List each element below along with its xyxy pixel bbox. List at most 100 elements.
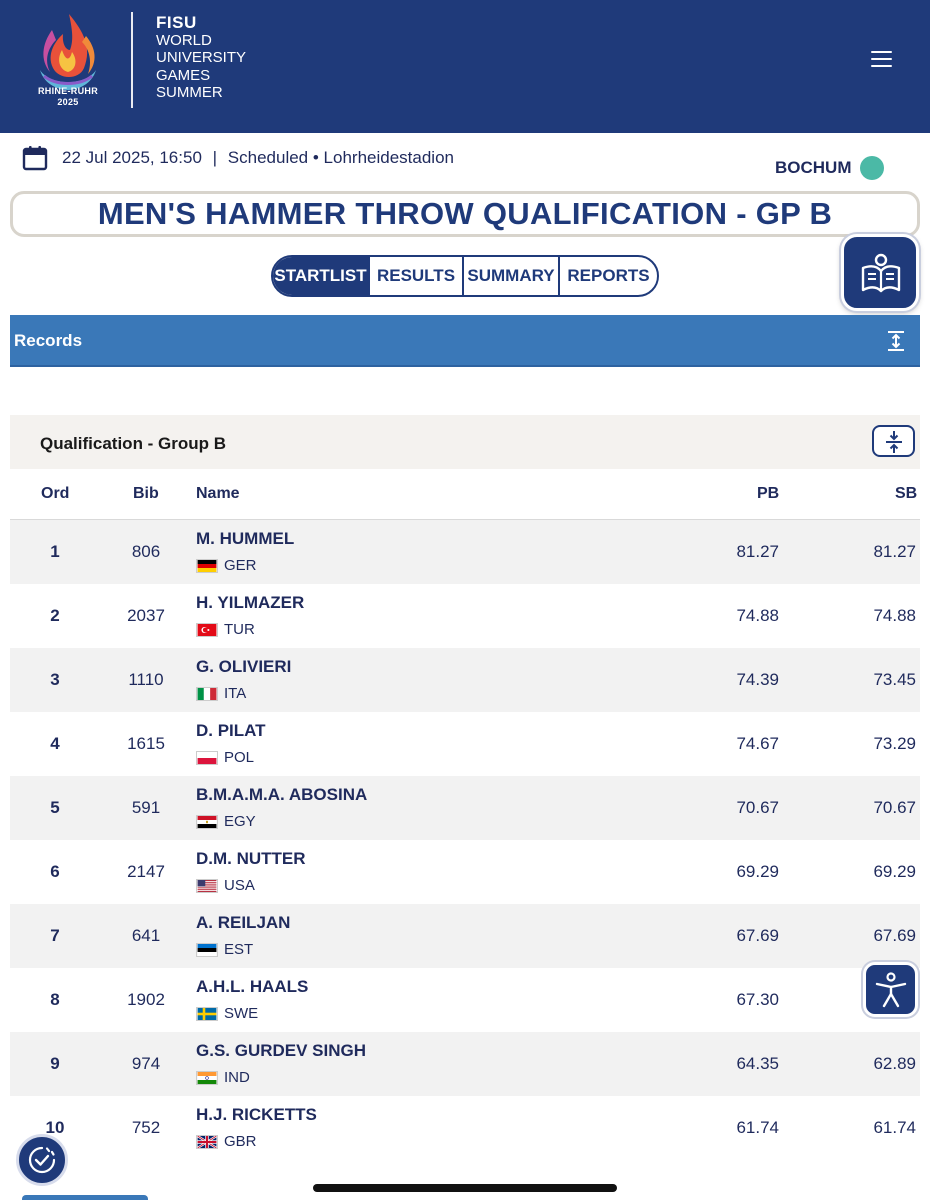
records-label: Records: [14, 331, 83, 350]
row-ord: 7: [50, 926, 60, 945]
egypt-flag-icon: [196, 815, 218, 829]
athlete-name[interactable]: G.S. GURDEV SINGH: [196, 1041, 366, 1061]
tab-results[interactable]: RESULTS: [370, 257, 464, 295]
calendar-icon: [22, 146, 48, 171]
estonia-flag-icon: [196, 943, 218, 957]
brand-line-fisu: FISU: [156, 13, 197, 32]
row-bib: 806: [131, 542, 161, 561]
table-row[interactable]: 8 1902 A.H.L. HAALS SWE 67.30: [10, 968, 920, 1032]
athlete-noc: TUR: [224, 621, 255, 638]
table-row[interactable]: 7 641 A. REILJAN EST 67.69 67.69: [10, 904, 920, 968]
expand-icon[interactable]: [884, 329, 908, 353]
row-bib: 591: [131, 798, 161, 817]
row-sb: 67.69: [873, 926, 916, 945]
row-sb: 61.74: [873, 1118, 916, 1137]
athlete-noc: EGY: [224, 813, 256, 830]
event-venue: • Lohrheidestadion: [312, 148, 454, 167]
row-pb: 67.30: [736, 990, 779, 1009]
logo-caption-line2: 2025: [57, 97, 79, 107]
column-header-name[interactable]: Name: [196, 485, 240, 503]
home-indicator[interactable]: [313, 1184, 617, 1192]
row-sb: 62.89: [873, 1054, 916, 1073]
logo-caption: RHINE-RUHR 2025: [22, 86, 114, 108]
accessibility-button[interactable]: [863, 962, 918, 1017]
row-sb: 74.88: [873, 606, 916, 625]
row-pb: 67.69: [736, 926, 779, 945]
row-sb: 81.27: [873, 542, 916, 561]
athlete-name[interactable]: H.J. RICKETTS: [196, 1105, 317, 1125]
view-tabs: STARTLIST RESULTS SUMMARY REPORTS: [271, 255, 659, 297]
column-header-bib[interactable]: Bib: [133, 485, 159, 503]
athlete-noc: IND: [224, 1069, 250, 1086]
logo-divider: [131, 12, 133, 108]
table-row[interactable]: 2 2037 H. YILMAZER TUR 74.88 74.88: [10, 584, 920, 648]
event-title-box: MEN'S HAMMER THROW QUALIFICATION - GP B: [10, 191, 920, 237]
row-ord: 1: [50, 542, 60, 561]
event-meta: 22 Jul 2025, 16:50 | Scheduled • Lohrhei…: [62, 148, 454, 168]
row-ord: 6: [50, 862, 60, 881]
brand-line-games: GAMES: [156, 66, 211, 84]
athlete-noc: POL: [224, 749, 255, 766]
athlete-noc: SWE: [224, 1005, 259, 1022]
tab-reports[interactable]: REPORTS: [560, 257, 657, 295]
table-row[interactable]: 3 1110 G. OLIVIERI ITA 74.39 73.45: [10, 648, 920, 712]
athlete-noc: GER: [224, 557, 257, 574]
athlete-name[interactable]: M. HUMMEL: [196, 529, 294, 549]
tab-startlist[interactable]: STARTLIST: [273, 257, 370, 295]
row-bib: 1615: [127, 734, 165, 753]
great-britain-flag-icon: [196, 1135, 218, 1149]
venue-city: BOCHUM: [775, 158, 852, 177]
table-row[interactable]: 1 806 M. HUMMEL GER 81.27 81.27: [10, 520, 920, 584]
row-bib: 974: [131, 1054, 161, 1073]
row-bib: 641: [131, 926, 161, 945]
athlete-name[interactable]: D.M. NUTTER: [196, 849, 306, 869]
open-book-icon: [861, 253, 901, 293]
germany-flag-icon: [196, 559, 218, 573]
row-bib: 2147: [127, 862, 165, 881]
athlete-name[interactable]: A. REILJAN: [196, 913, 290, 933]
row-pb: 81.27: [736, 542, 779, 561]
row-pb: 74.67: [736, 734, 779, 753]
usa-flag-icon: [196, 879, 218, 893]
table-row[interactable]: 4 1615 D. PILAT POL 74.67 73.29: [10, 712, 920, 776]
reader-mode-button[interactable]: [841, 234, 919, 311]
row-pb: 74.88: [736, 606, 779, 625]
row-ord: 2: [50, 606, 60, 625]
group-title: Qualification - Group B: [40, 434, 227, 453]
column-header-sb[interactable]: SB: [895, 485, 917, 503]
fisu-brand-text: FISU WORLD UNIVERSITY GAMES SUMMER: [156, 14, 246, 102]
column-header-ord[interactable]: Ord: [41, 485, 69, 503]
athlete-name[interactable]: D. PILAT: [196, 721, 266, 741]
column-header-pb[interactable]: PB: [757, 485, 779, 503]
table-row[interactable]: 5 591 B.M.A.M.A. ABOSINA EGY 70.67 70.67: [10, 776, 920, 840]
poland-flag-icon: [196, 751, 218, 765]
site-header: RHINE-RUHR 2025 FISU WORLD UNIVERSITY GA…: [0, 0, 930, 133]
athlete-noc: EST: [224, 941, 254, 958]
row-bib: 752: [131, 1118, 161, 1137]
row-ord: 9: [50, 1054, 60, 1073]
turkey-flag-icon: [196, 623, 218, 637]
athlete-name[interactable]: G. OLIVIERI: [196, 657, 291, 677]
hamburger-menu-icon[interactable]: [866, 46, 896, 74]
india-flag-icon: [196, 1071, 218, 1085]
records-section-toggle[interactable]: Records: [10, 315, 920, 367]
tab-summary[interactable]: SUMMARY: [464, 257, 560, 295]
row-sb: 73.45: [873, 670, 916, 689]
table-row[interactable]: 9 974 G.S. GURDEV SINGH IND 64.35 62.89: [10, 1032, 920, 1096]
row-pb: 74.39: [736, 670, 779, 689]
event-date-time: 22 Jul 2025, 16:50: [62, 148, 202, 167]
row-ord: 8: [50, 990, 60, 1009]
bottom-section-edge: [22, 1195, 148, 1200]
table-row[interactable]: 10 752 H.J. RICKETTS GBR 61.74 61.74: [10, 1096, 920, 1160]
city-marker-dot: [860, 156, 884, 180]
athlete-name[interactable]: A.H.L. HAALS: [196, 977, 308, 997]
row-pb: 64.35: [736, 1054, 779, 1073]
collapse-group-button[interactable]: [872, 425, 915, 457]
row-ord: 3: [50, 670, 60, 689]
cookie-consent-check-icon: [28, 1146, 56, 1174]
cookie-consent-button[interactable]: [16, 1134, 68, 1186]
table-row[interactable]: 6 2147 D.M. NUTTER USA 69.29 69.29: [10, 840, 920, 904]
athlete-name[interactable]: H. YILMAZER: [196, 593, 304, 613]
athlete-noc: ITA: [224, 685, 247, 702]
athlete-name[interactable]: B.M.A.M.A. ABOSINA: [196, 785, 367, 805]
